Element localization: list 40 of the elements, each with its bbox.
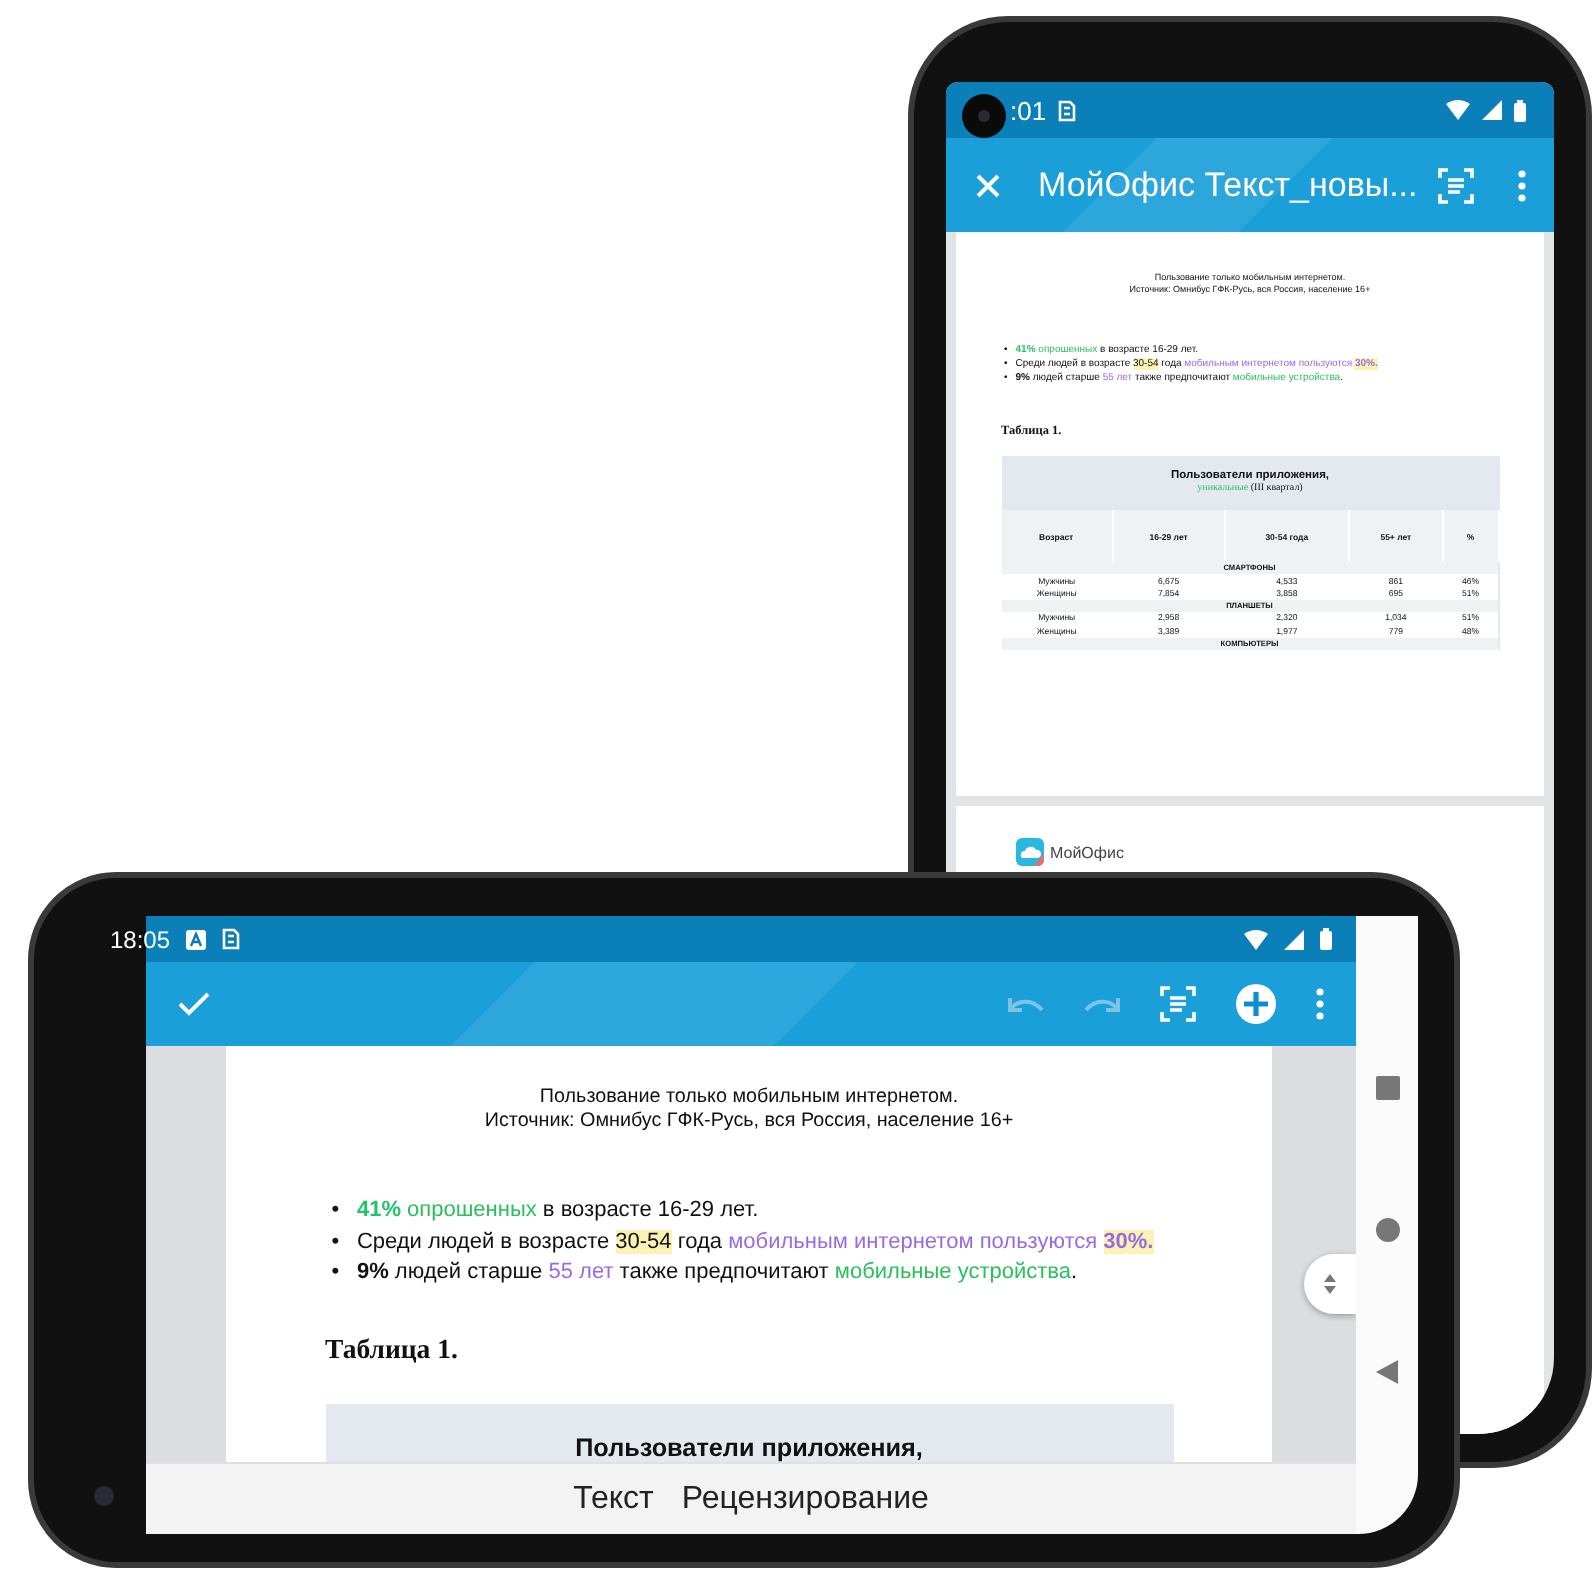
wifi-icon bbox=[1446, 100, 1470, 120]
back-icon[interactable] bbox=[1376, 1360, 1398, 1385]
check-icon[interactable] bbox=[178, 992, 210, 1016]
caption-text: Пользование только мобильным интернетом. bbox=[537, 1085, 961, 1111]
tab[interactable]: Текст bbox=[569, 1477, 658, 1521]
scan-icon[interactable] bbox=[1160, 986, 1196, 1022]
document-title: МойОфис Текст_новы... bbox=[1038, 165, 1420, 205]
scroll-handle[interactable] bbox=[1304, 1254, 1356, 1314]
wifi-icon bbox=[1244, 929, 1268, 949]
notification-icon bbox=[186, 929, 207, 949]
more-icon[interactable] bbox=[1518, 169, 1526, 201]
table-heading: Таблица 1. bbox=[325, 1333, 460, 1366]
redo-icon[interactable] bbox=[1084, 994, 1120, 1014]
bullet-marker: • bbox=[331, 1196, 340, 1227]
bullet-item: Среди людей в возрасте 30-54 года мобильным интернетом пользуются 30%. bbox=[356, 1227, 1154, 1258]
close-icon[interactable] bbox=[974, 171, 1002, 199]
signal-icon bbox=[1482, 100, 1502, 120]
table-title: Пользователи приложения, bbox=[573, 1433, 925, 1462]
battery-icon bbox=[1320, 928, 1332, 950]
add-icon[interactable] bbox=[1236, 984, 1276, 1024]
camera-icon bbox=[94, 1486, 114, 1506]
more-icon[interactable] bbox=[1316, 988, 1324, 1020]
tab[interactable]: Рецензирование bbox=[677, 1477, 933, 1521]
undo-icon[interactable] bbox=[1008, 994, 1044, 1014]
bullet-marker: • bbox=[331, 1227, 340, 1258]
recents-icon[interactable] bbox=[1375, 1075, 1399, 1100]
bullet-item: 9% людей старше 55 лет также предпочитают мобильные устройства. bbox=[356, 1258, 1078, 1289]
bullet-marker: • bbox=[331, 1258, 340, 1289]
signal-icon bbox=[1284, 929, 1304, 949]
caption-text: Источник: Омнибус ГФК-Русь, вся Россия, население 16+ bbox=[482, 1110, 1016, 1136]
clock-text: :01 bbox=[1010, 95, 1047, 125]
cloud-logo-icon bbox=[1016, 838, 1044, 866]
scan-icon[interactable] bbox=[1438, 167, 1474, 203]
home-icon[interactable] bbox=[1375, 1217, 1399, 1242]
bullet-item: 41% опрошенных в возрасте 16-29 лет. bbox=[356, 1196, 759, 1227]
battery-icon bbox=[1514, 99, 1526, 121]
sim-icon bbox=[1058, 99, 1077, 121]
logo-text: МойОфис bbox=[1050, 843, 1124, 861]
up-down-arrows-icon bbox=[1322, 1272, 1338, 1296]
sim-icon bbox=[222, 928, 241, 950]
